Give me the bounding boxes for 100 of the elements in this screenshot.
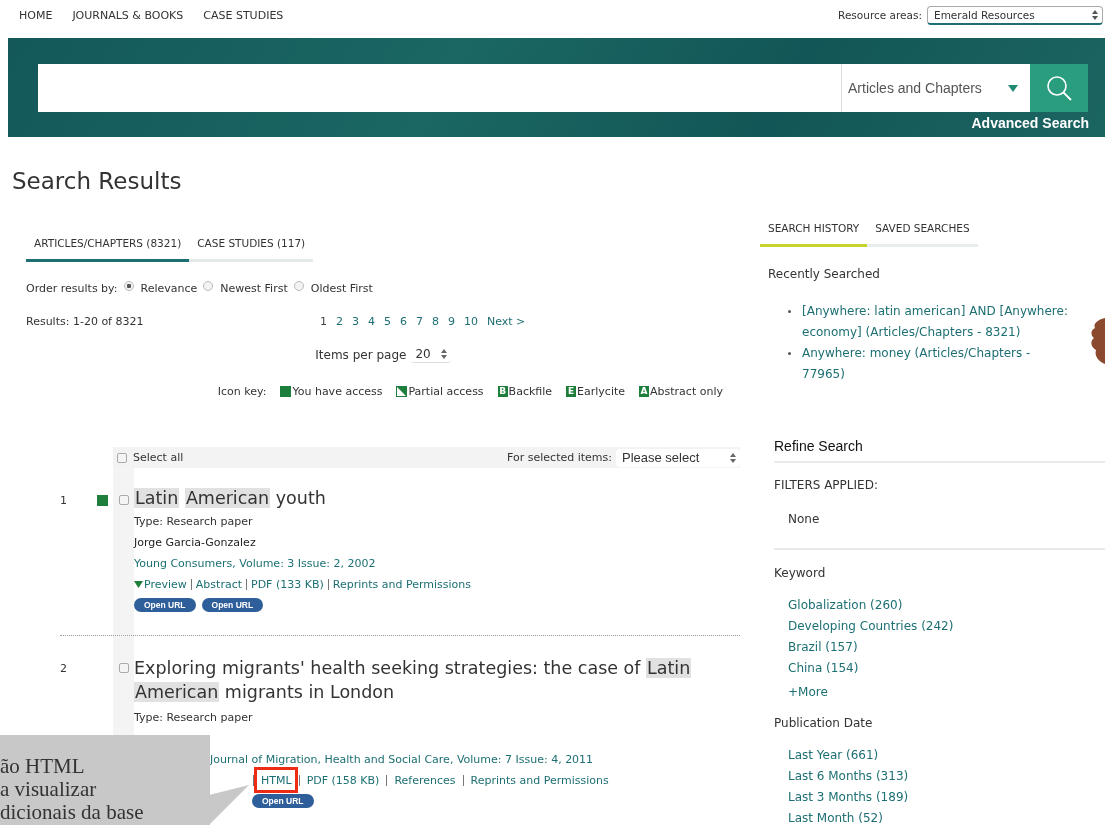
next-page-link[interactable]: Next > (487, 315, 526, 328)
facet-link[interactable]: Last 6 Months (313) (788, 766, 909, 787)
page-link[interactable]: 6 (400, 315, 407, 328)
page-link[interactable]: 4 (368, 315, 375, 328)
filters-applied-value: None (788, 512, 821, 528)
facet-link[interactable]: Last Month (52) (788, 808, 883, 825)
checkbox[interactable] (117, 452, 127, 463)
facet-heading: Publication Date (774, 716, 874, 730)
updown-icon (440, 349, 447, 359)
recently-searched-heading: Recently Searched (768, 267, 881, 281)
preview-link[interactable]: Preview (134, 579, 191, 590)
page-title: Search Results (12, 168, 183, 194)
page-link[interactable]: 1 (320, 315, 327, 328)
page-link[interactable]: 10 (464, 315, 478, 328)
result-source[interactable]: Young Consumers, Volume: 3 Issue: 2, 2002 (134, 553, 740, 574)
nav-link[interactable]: HOME (19, 8, 53, 22)
icon-key-text: Partial access (408, 385, 484, 398)
items-per-page-select[interactable]: 20 (411, 346, 451, 363)
select-all-label[interactable]: Select all (133, 451, 184, 464)
page-link[interactable]: 5 (384, 315, 391, 328)
checkbox[interactable] (118, 495, 129, 505)
radio-label[interactable]: Newest First (220, 281, 288, 295)
category-dropdown[interactable]: Articles and Chapters (841, 64, 1030, 112)
bullet-icon (788, 310, 791, 313)
more-link[interactable]: +More (788, 685, 828, 699)
icon-key-text: Earlycite (577, 385, 626, 398)
updown-icon (730, 452, 736, 463)
radio-button[interactable] (123, 281, 134, 291)
result-link[interactable]: Abstract (190, 579, 246, 590)
advanced-search-link[interactable]: Advanced Search (971, 115, 1089, 131)
radio-button[interactable] (203, 281, 214, 291)
facet-link[interactable]: China (154) (788, 658, 859, 679)
facet-link[interactable]: Developing Countries (242) (788, 616, 954, 637)
facet-link[interactable]: Last Year (661) (788, 745, 879, 766)
result-title[interactable]: Latin American youth (134, 486, 740, 510)
result-link[interactable]: PDF (133 KB) (246, 579, 328, 590)
result-link[interactable]: References (386, 775, 463, 786)
result-link[interactable]: PDF (158 KB) (298, 775, 387, 786)
updown-icon (1092, 9, 1098, 20)
result-link[interactable]: HTML (253, 775, 299, 786)
letter-icon: A (639, 386, 650, 397)
icon-key-text: Backfile (508, 385, 553, 398)
callout-text: ão HTML (0, 755, 86, 778)
open-url-button[interactable]: Open URL (134, 598, 196, 612)
icon-key-text: Abstract only (650, 385, 723, 398)
result-link[interactable]: Reprints and Permissions (327, 579, 476, 590)
filters-applied-heading: FILTERS APPLIED: (774, 478, 879, 492)
nav-link[interactable]: JOURNALS & BOOKS (72, 8, 184, 22)
result-tab[interactable]: CASE STUDIES (117) (189, 237, 314, 262)
facet-link[interactable]: Brazil (157) (788, 637, 858, 658)
selected-items-label: For selected items: (507, 451, 612, 464)
open-url-button[interactable]: Open URL (201, 598, 264, 612)
search-icon (1046, 75, 1072, 101)
radio-label[interactable]: Oldest First (310, 281, 373, 295)
blob-shape (1089, 318, 1105, 364)
result-title[interactable]: Exploring migrants' health seeking strategies: the case of Latin American migrants in London (134, 656, 740, 704)
result-type: Type: Research paper (134, 710, 254, 726)
page-link[interactable]: 9 (448, 315, 455, 328)
letter-icon: B (497, 386, 508, 397)
access-icon (97, 495, 108, 506)
page-link[interactable]: 7 (416, 315, 423, 328)
items-per-page-label: Items per page (315, 347, 407, 362)
triangle-icon (134, 581, 143, 588)
result-type: Type: Research paper (134, 514, 254, 530)
radio-label[interactable]: Relevance (140, 281, 198, 295)
page-link[interactable]: 3 (352, 315, 359, 328)
action-select[interactable]: Please select (616, 448, 740, 467)
page-link[interactable]: 2 (336, 315, 343, 328)
result-source[interactable]: Journal of Migration, Health and Social Care, Volume: 7 Issue: 4, 2011 (210, 749, 594, 770)
callout-text: a visualizar (0, 778, 98, 801)
result-link[interactable]: Reprints and Permissions (462, 775, 616, 786)
results-summary: Results: 1-20 of 8321 (26, 315, 145, 328)
checkbox[interactable] (118, 663, 129, 673)
search-field[interactable] (38, 64, 841, 112)
nav-link[interactable]: CASE STUDIES (203, 8, 284, 22)
history-tab[interactable]: SAVED SEARCHES (867, 222, 978, 247)
icon-key-text: You have access (292, 385, 383, 398)
refine-search-heading: Refine Search (774, 438, 1105, 463)
resource-areas-label: Resource areas: (838, 9, 922, 21)
result-number: 1 (60, 494, 68, 507)
facet-heading: Keyword (774, 566, 827, 580)
search-button[interactable] (1030, 64, 1088, 112)
radio-button[interactable] (293, 281, 304, 291)
recent-search-link[interactable]: Anywhere: money (Articles/Chapters - 77965) (802, 343, 1076, 385)
recent-search-link[interactable]: [Anywhere: latin american] AND [Anywhere: economy] (Articles/Chapters - 8321) (802, 301, 1076, 343)
partial-access-icon (396, 386, 408, 397)
callout-text: dicionais da base (0, 801, 145, 824)
caret-icon (1008, 84, 1018, 92)
order-label: Order results by: (26, 281, 118, 295)
resource-areas-select[interactable]: Emerald Resources (927, 5, 1103, 25)
letter-icon: E (566, 386, 577, 397)
facet-link[interactable]: Globalization (260) (788, 595, 903, 616)
history-tab[interactable]: SEARCH HISTORY (760, 222, 868, 247)
facet-link[interactable]: Last 3 Months (189) (788, 787, 909, 808)
result-number: 2 (60, 662, 68, 675)
open-url-button[interactable]: Open URL (252, 794, 314, 808)
page-link[interactable]: 8 (432, 315, 439, 328)
result-tab[interactable]: ARTICLES/CHAPTERS (8321) (26, 237, 190, 262)
result-author: Jorge Garcia-Gonzalez (134, 535, 257, 551)
access-icon (280, 386, 292, 397)
